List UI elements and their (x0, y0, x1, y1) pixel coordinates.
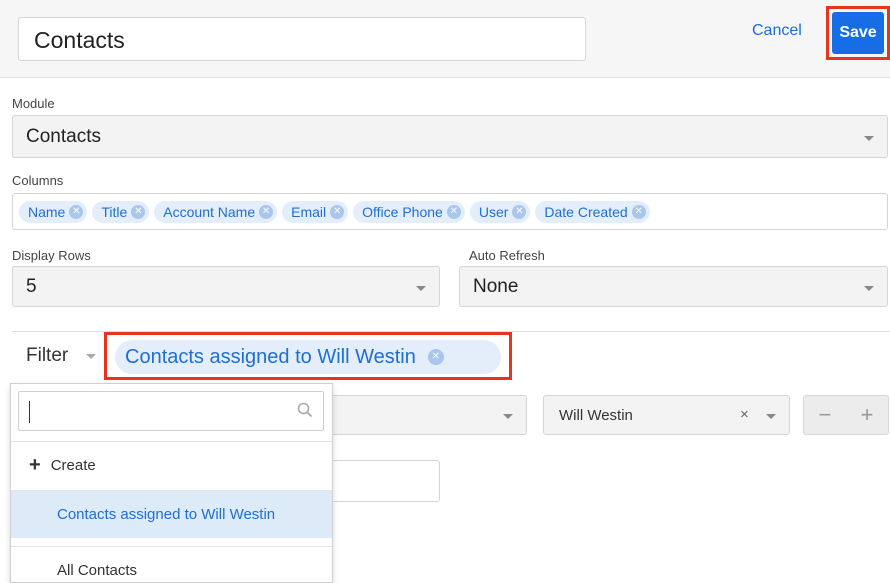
remove-icon[interactable]: ✕ (512, 204, 527, 219)
cancel-button[interactable]: Cancel (752, 22, 802, 40)
auto-refresh-select[interactable]: None (459, 266, 888, 307)
display-rows-label: Display Rows (12, 248, 91, 263)
auto-refresh-value: None (473, 276, 519, 297)
filter-option[interactable]: Contacts assigned to Will Westin (11, 490, 332, 538)
filter-option[interactable]: All Contacts (11, 546, 332, 582)
remove-icon[interactable]: ✕ (446, 204, 461, 219)
auto-refresh-label: Auto Refresh (469, 248, 545, 263)
filter-field-select[interactable] (300, 395, 527, 435)
column-pill: Office Phone ✕ (353, 200, 465, 223)
chevron-down-icon (503, 414, 513, 419)
chevron-down-icon (766, 414, 776, 419)
chevron-down-icon (416, 286, 426, 291)
filter-value-input[interactable] (320, 460, 440, 502)
chevron-down-icon[interactable] (86, 354, 96, 359)
filter-row-stepper: − + (803, 395, 889, 435)
display-rows-select[interactable]: 5 (12, 266, 440, 307)
columns-input[interactable]: Name ✕ Title ✕ Account Name ✕ Email ✕ Office… (12, 193, 888, 230)
create-filter-item[interactable]: + Create (11, 441, 332, 489)
remove-row-icon[interactable]: − (819, 402, 832, 428)
column-pill: User ✕ (469, 200, 531, 223)
search-icon (297, 402, 313, 423)
column-pill: Email ✕ (282, 200, 349, 223)
remove-icon[interactable]: ✕ (631, 204, 646, 219)
dashlet-title-input[interactable]: Contacts (18, 17, 586, 61)
filter-user-value: Will Westin (559, 407, 633, 424)
chevron-down-icon (864, 286, 874, 291)
create-filter-label: Create (50, 457, 96, 474)
text-cursor (29, 401, 30, 423)
plus-icon: + (29, 454, 41, 476)
header-bar: Contacts Cancel Save (0, 0, 890, 78)
filter-user-select[interactable]: Will Westin × (543, 395, 790, 435)
columns-label: Columns (12, 173, 64, 188)
add-row-icon[interactable]: + (861, 402, 874, 428)
filter-label[interactable]: Filter (26, 345, 68, 367)
module-label: Module (12, 96, 55, 111)
filter-dropdown: + Create Contacts assigned to Will Westi… (10, 383, 333, 583)
column-pill: Date Created ✕ (535, 200, 650, 223)
column-pill: Account Name ✕ (154, 200, 278, 223)
remove-icon[interactable]: ✕ (259, 204, 274, 219)
save-button[interactable]: Save (832, 12, 884, 54)
display-rows-value: 5 (26, 276, 37, 297)
module-value: Contacts (26, 126, 101, 147)
save-highlight: Save (826, 6, 890, 60)
module-select[interactable]: Contacts (12, 115, 888, 158)
column-pill: Name ✕ (19, 200, 88, 223)
remove-icon[interactable]: ✕ (69, 204, 84, 219)
remove-icon[interactable]: ✕ (330, 204, 345, 219)
remove-icon[interactable]: ✕ (131, 204, 146, 219)
column-pill: Title ✕ (92, 200, 150, 223)
chevron-down-icon (864, 136, 874, 141)
clear-icon[interactable]: × (740, 406, 749, 423)
filter-highlight (104, 332, 512, 380)
filter-search-input[interactable] (18, 391, 324, 431)
